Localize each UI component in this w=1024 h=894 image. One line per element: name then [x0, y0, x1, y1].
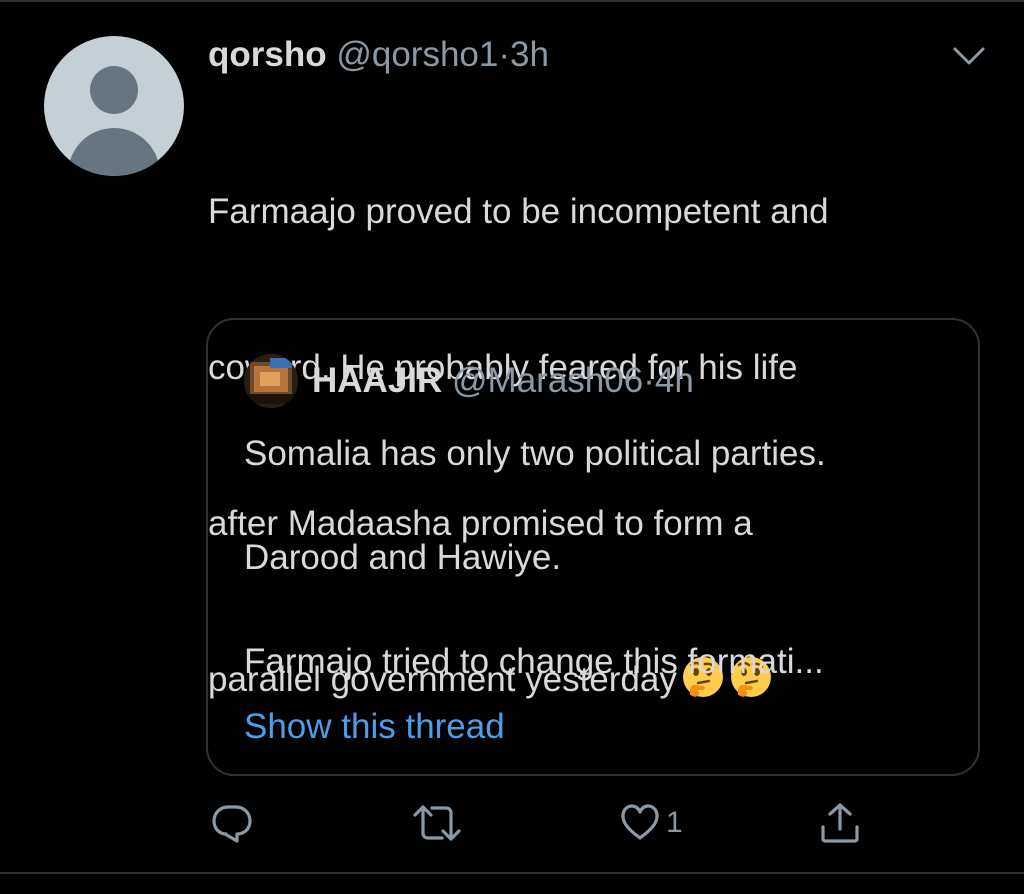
author-display-name[interactable]: qorsho — [208, 35, 327, 74]
reply-button[interactable] — [210, 800, 254, 846]
quoted-author-avatar — [244, 354, 298, 408]
heart-icon — [621, 804, 659, 840]
tweet-text-line: Farmaajo proved to be incompetent and — [208, 192, 829, 231]
share-button[interactable] — [818, 800, 862, 846]
like-button[interactable]: 1 — [620, 800, 683, 846]
top-divider — [0, 0, 1024, 2]
quoted-tweet-timestamp: 4h — [654, 361, 694, 400]
author-handle[interactable]: @qorsho1 — [336, 35, 498, 74]
quoted-avatar-image-icon — [244, 354, 298, 408]
quoted-tweet-card[interactable]: HAAJIR @Marash06·4h Somalia has only two… — [206, 318, 980, 776]
default-avatar-body — [68, 128, 160, 176]
author-avatar[interactable] — [44, 36, 184, 176]
tweet-timestamp[interactable]: 3h — [510, 35, 549, 74]
quoted-tweet-text: Somalia has only two political parties. … — [244, 428, 954, 688]
like-count: 1 — [666, 806, 683, 839]
bottom-divider — [0, 872, 1024, 874]
retweet-icon — [413, 805, 461, 841]
show-this-thread-link[interactable]: Show this thread — [244, 702, 505, 752]
share-icon — [821, 803, 859, 843]
retweet-button[interactable] — [412, 800, 462, 846]
header-separator: · — [498, 35, 511, 74]
default-avatar-head — [90, 66, 138, 114]
quoted-tweet-paragraph: Somalia has only two political parties. — [244, 434, 826, 473]
chevron-down-icon[interactable] — [952, 46, 986, 66]
quoted-tweet-paragraph: Darood and Hawiye. — [244, 538, 562, 577]
quoted-author-handle: @Marash06 — [452, 361, 644, 400]
reply-icon — [212, 805, 252, 843]
quoted-header-separator: · — [643, 361, 655, 400]
quoted-tweet-paragraph: Farmajo tried to change this formati... — [244, 642, 824, 681]
tweet-header: qorsho @qorsho1·3h — [208, 32, 549, 78]
quoted-tweet-header: HAAJIR @Marash06·4h — [312, 358, 694, 404]
quoted-author-display-name: HAAJIR — [312, 361, 443, 400]
